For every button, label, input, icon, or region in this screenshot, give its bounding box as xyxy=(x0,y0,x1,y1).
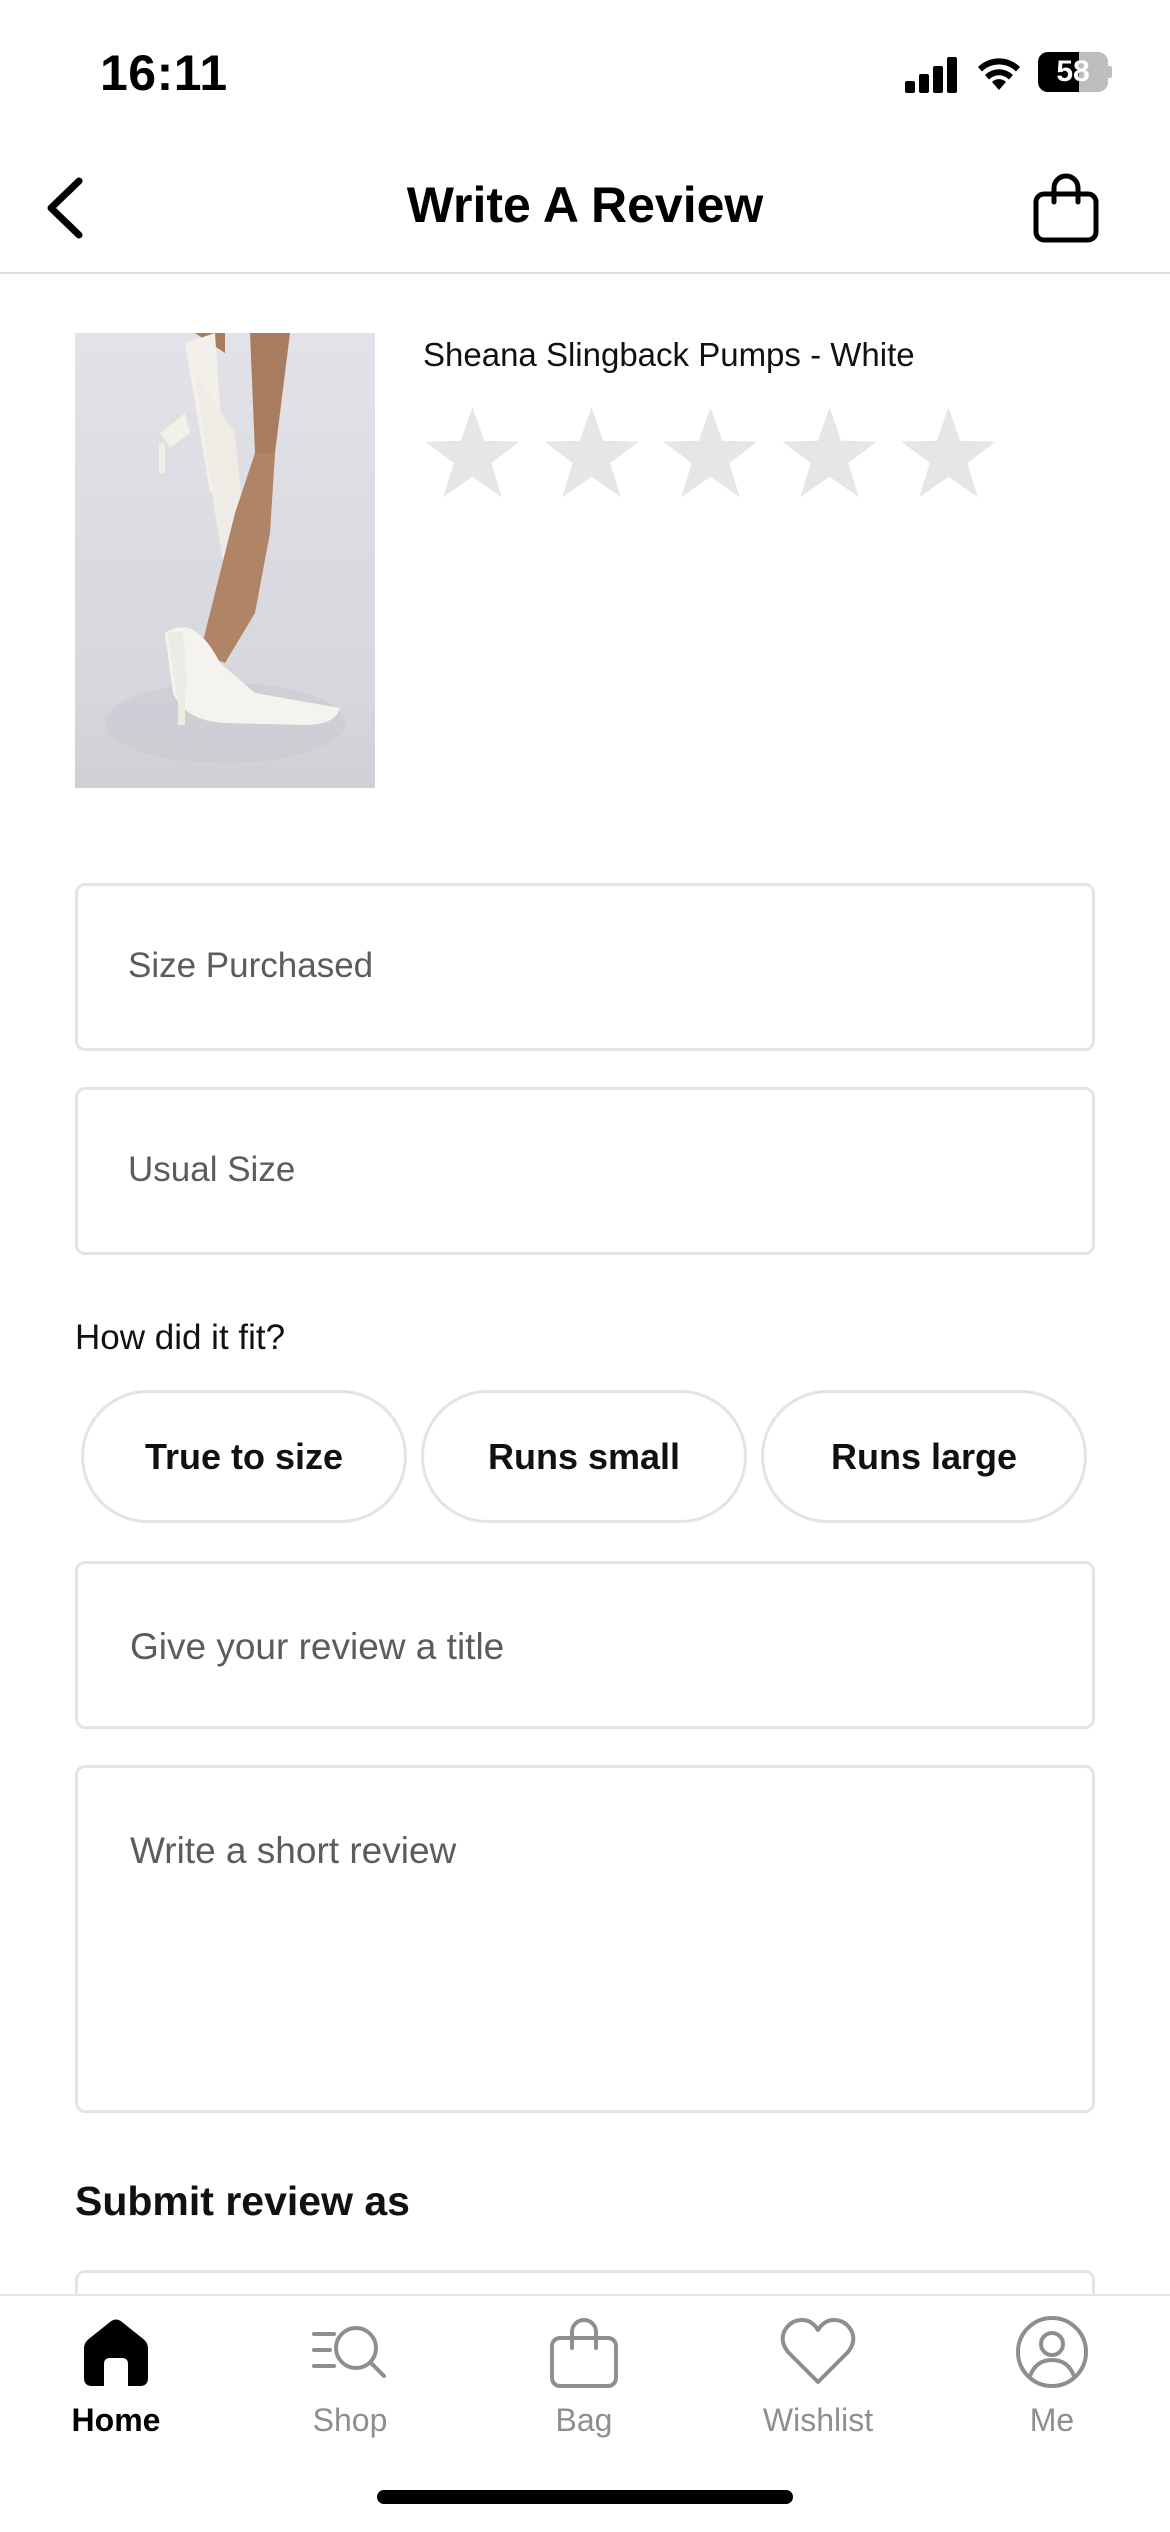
fit-option-true-to-size[interactable]: True to size xyxy=(81,1390,407,1523)
screen: 16:11 58 Write A Review Sheana Slingback… xyxy=(0,0,1170,2532)
profile-icon xyxy=(1016,2316,1088,2388)
review-body-placeholder: Write a short review xyxy=(130,1830,457,1871)
tab-shop-label: Shop xyxy=(312,2402,388,2438)
submit-review-as-heading: Submit review as xyxy=(75,2178,410,2224)
home-indicator xyxy=(377,2490,793,2504)
size-purchased-field[interactable]: Size Purchased xyxy=(75,883,1095,1051)
heart-icon xyxy=(780,2318,856,2384)
tab-wishlist-label: Wishlist xyxy=(762,2402,874,2438)
tab-shop[interactable]: Shop xyxy=(250,2314,450,2454)
fit-option-runs-large[interactable]: Runs large xyxy=(761,1390,1087,1523)
star-icon-5[interactable] xyxy=(899,405,998,501)
tab-bag[interactable]: Bag xyxy=(484,2314,684,2454)
tab-wishlist[interactable]: Wishlist xyxy=(718,2314,918,2454)
status-time: 16:11 xyxy=(100,45,228,101)
star-icon-2[interactable] xyxy=(542,405,641,501)
usual-size-field[interactable]: Usual Size xyxy=(75,1087,1095,1255)
fit-question: How did it fit? xyxy=(75,1318,286,1357)
product-photo xyxy=(105,333,345,763)
tab-bag-label: Bag xyxy=(555,2402,613,2438)
shop-search-icon xyxy=(312,2326,386,2378)
home-icon xyxy=(84,2319,148,2386)
wifi-icon xyxy=(978,58,1020,90)
header-bag-button[interactable] xyxy=(1030,168,1102,246)
tab-home[interactable]: Home xyxy=(16,2314,216,2454)
tab-me-label: Me xyxy=(1029,2402,1075,2438)
review-title-input[interactable]: Give your review a title xyxy=(75,1561,1095,1729)
battery-level: 58 xyxy=(1056,55,1090,88)
star-icon-3[interactable] xyxy=(661,405,760,501)
fit-option-runs-small[interactable]: Runs small xyxy=(421,1390,747,1523)
battery-icon: 58 xyxy=(1038,52,1112,92)
review-title-placeholder: Give your review a title xyxy=(130,1626,505,1667)
star-icon-1[interactable] xyxy=(423,405,522,501)
navigation-header: Write A Review xyxy=(0,140,1170,274)
status-bar: 16:11 58 xyxy=(0,0,1170,140)
fit-options: True to size Runs small Runs large xyxy=(81,1390,1087,1523)
cellular-signal-icon xyxy=(905,57,959,93)
star-icon-4[interactable] xyxy=(780,405,879,501)
shopping-bag-icon xyxy=(1033,173,1099,243)
star-rating xyxy=(423,405,998,501)
tab-me[interactable]: Me xyxy=(952,2314,1152,2454)
size-purchased-label: Size Purchased xyxy=(128,946,374,985)
product-name: Sheana Slingback Pumps - White xyxy=(423,336,915,373)
bag-icon xyxy=(550,2318,618,2388)
page-title: Write A Review xyxy=(406,177,764,233)
review-body-textarea[interactable]: Write a short review xyxy=(75,1765,1095,2113)
usual-size-label: Usual Size xyxy=(128,1150,296,1189)
tab-home-label: Home xyxy=(71,2402,161,2438)
product-image xyxy=(75,333,375,788)
